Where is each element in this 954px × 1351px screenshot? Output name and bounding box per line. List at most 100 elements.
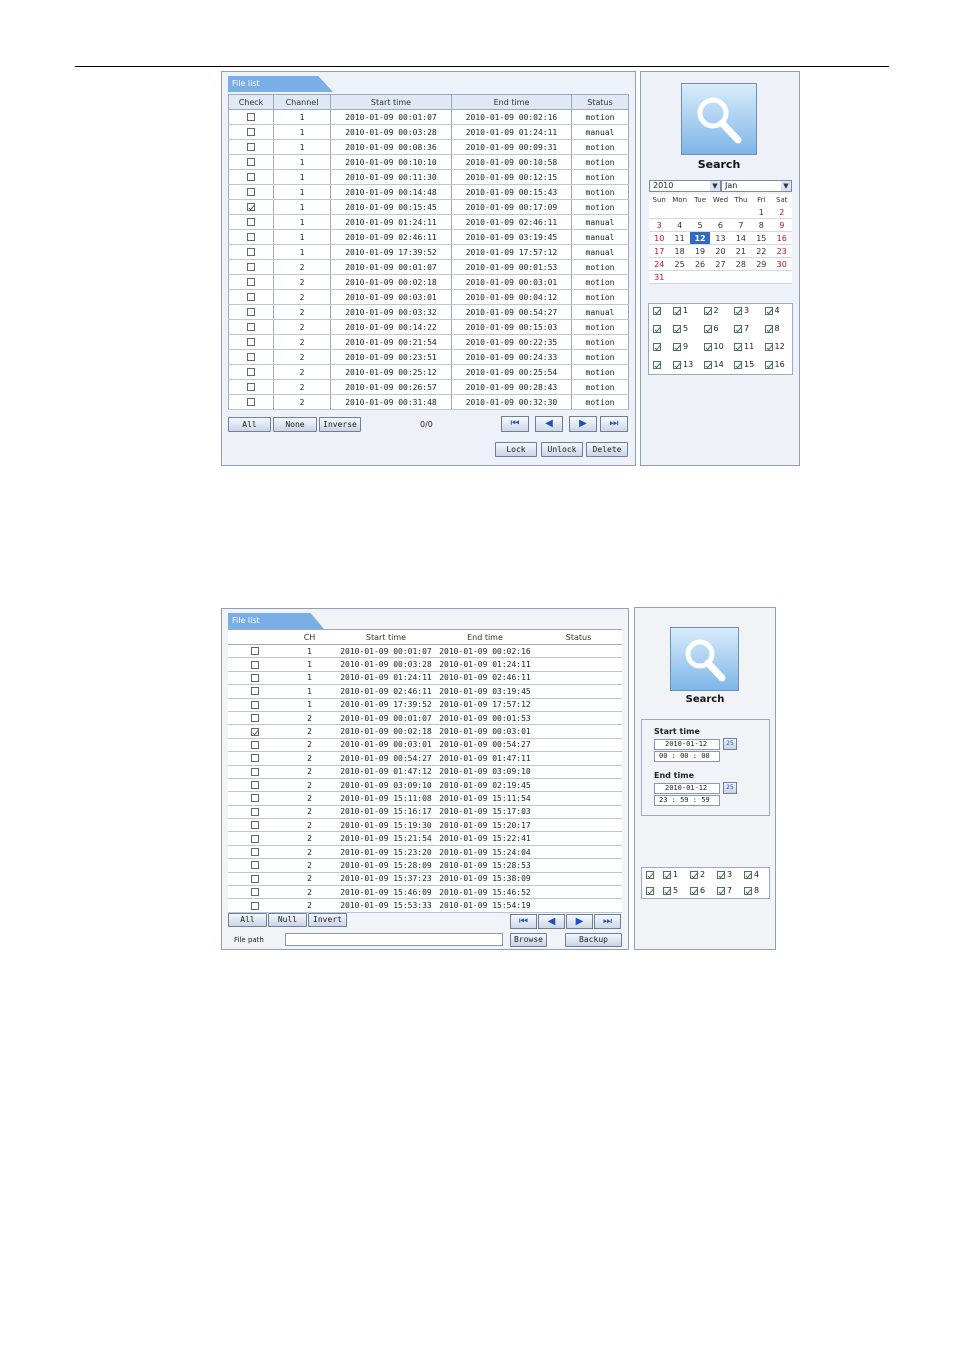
table-row[interactable]: 2 2010-01-09 00:54:27 2010-01-09 01:47:11 — [228, 751, 622, 766]
row-checkbox[interactable] — [247, 323, 255, 331]
table-row[interactable]: 2 2010-01-09 15:37:23 2010-01-09 15:38:09 — [228, 872, 622, 887]
table-row[interactable]: 2 2010-01-09 00:02:18 2010-01-09 00:03:01 m… — [228, 274, 629, 290]
channel-checkbox-item[interactable]: 6 — [703, 324, 719, 333]
table-row[interactable]: 2 2010-01-09 00:26:57 2010-01-09 00:28:43 m… — [228, 379, 629, 395]
channel-row-select-all[interactable] — [646, 870, 656, 879]
row-all-checkbox[interactable] — [653, 360, 661, 369]
table-row[interactable]: 1 2010-01-09 00:11:30 2010-01-09 00:12:15 m… — [228, 169, 629, 185]
row-checkbox[interactable] — [247, 113, 255, 121]
row-checkbox[interactable] — [247, 233, 255, 241]
channel-checkbox-item[interactable]: 7 — [717, 886, 732, 895]
row-checkbox[interactable] — [251, 834, 259, 843]
channel-checkbox-item[interactable]: 11 — [734, 342, 754, 351]
calendar-day[interactable]: 17 — [649, 244, 670, 258]
channel-checkbox[interactable] — [717, 870, 725, 879]
row-checkbox[interactable] — [251, 794, 259, 803]
row-checkbox[interactable] — [247, 338, 255, 346]
channel-checkbox[interactable] — [703, 306, 712, 315]
channel-checkbox-item[interactable]: 1 — [673, 306, 688, 315]
channel-checkbox-item[interactable]: 6 — [690, 886, 705, 895]
calendar-day[interactable]: 13 — [710, 231, 731, 245]
table-row[interactable]: 2 2010-01-09 00:03:32 2010-01-09 00:54:27 m… — [228, 304, 629, 320]
table-row[interactable]: 2 2010-01-09 00:23:51 2010-01-09 00:24:33 m… — [228, 349, 629, 365]
row-checkbox[interactable] — [251, 807, 259, 816]
table-row[interactable]: 2 2010-01-09 00:03:01 2010-01-09 00:04:12 m… — [228, 289, 629, 305]
channel-checkbox-item[interactable]: 5 — [663, 886, 678, 895]
table-row[interactable]: 1 2010-01-09 00:10:10 2010-01-09 00:10:58 m… — [228, 154, 629, 170]
channel-checkbox[interactable] — [734, 324, 742, 333]
row-checkbox[interactable] — [251, 714, 259, 723]
table-row[interactable]: 1 2010-01-09 00:01:07 2010-01-09 00:02:16 — [228, 644, 622, 659]
table-row[interactable]: 1 2010-01-09 02:46:11 2010-01-09 03:19:45 m… — [228, 229, 629, 245]
row-checkbox[interactable] — [247, 173, 255, 181]
unlock-button[interactable]: Unlock — [541, 442, 583, 457]
row-checkbox[interactable] — [251, 673, 259, 682]
row-checkbox[interactable] — [251, 727, 259, 736]
calendar-day[interactable]: 23 — [771, 244, 792, 258]
select-none-button[interactable]: None — [273, 417, 317, 432]
table-row[interactable]: 2 2010-01-09 00:03:01 2010-01-09 00:54:27 — [228, 738, 622, 753]
browse-button[interactable]: Browse — [510, 933, 547, 947]
first-page-button[interactable]: ⏮ — [510, 914, 537, 929]
row-checkbox[interactable] — [251, 874, 259, 883]
calendar-day[interactable]: 10 — [649, 231, 670, 245]
row-checkbox[interactable] — [251, 647, 259, 656]
channel-checkbox[interactable] — [764, 324, 773, 333]
channel-checkbox[interactable] — [703, 360, 712, 369]
table-row[interactable]: 2 2010-01-09 00:25:12 2010-01-09 00:25:54 m… — [228, 364, 629, 380]
calendar-day[interactable]: 25 — [669, 257, 690, 271]
prev-page-button[interactable]: ◀ — [535, 416, 563, 432]
search-icon[interactable] — [670, 627, 739, 691]
calendar-day[interactable]: 22 — [751, 244, 772, 258]
table-row[interactable]: 2 2010-01-09 00:02:18 2010-01-09 00:03:01 — [228, 724, 622, 739]
row-all-checkbox[interactable] — [653, 324, 661, 333]
channel-row-select-all[interactable] — [653, 306, 663, 315]
row-checkbox[interactable] — [247, 308, 255, 316]
backup-button[interactable]: Backup — [565, 933, 622, 947]
channel-checkbox-item[interactable]: 7 — [734, 324, 749, 333]
select-all-button[interactable]: All — [228, 913, 267, 927]
channel-checkbox-item[interactable]: 9 — [673, 342, 688, 351]
table-row[interactable]: 2 2010-01-09 03:09:10 2010-01-09 02:19:45 — [228, 778, 622, 793]
channel-checkbox[interactable] — [663, 886, 671, 895]
calendar-day[interactable]: 14 — [730, 231, 752, 245]
channel-checkbox-item[interactable]: 10 — [703, 342, 724, 351]
end-time-input[interactable]: 23 : 59 : 59 — [654, 795, 720, 806]
table-row[interactable]: 2 2010-01-09 00:31:48 2010-01-09 00:32:30 m… — [228, 394, 629, 410]
channel-row-select-all[interactable] — [653, 342, 663, 351]
calendar-day[interactable]: 6 — [710, 218, 731, 232]
search-icon[interactable] — [681, 83, 757, 155]
calendar-day[interactable]: 4 — [669, 218, 690, 232]
channel-checkbox-item[interactable]: 8 — [744, 886, 759, 895]
channel-checkbox[interactable] — [734, 306, 742, 315]
channel-checkbox-item[interactable]: 4 — [744, 870, 759, 879]
calendar-day[interactable]: 30 — [771, 257, 792, 271]
row-checkbox[interactable] — [247, 218, 255, 226]
table-row[interactable]: 2 2010-01-09 15:11:08 2010-01-09 15:11:54 — [228, 791, 622, 806]
table-row[interactable]: 2 2010-01-09 15:23:20 2010-01-09 15:24:04 — [228, 845, 622, 860]
calendar-day[interactable]: 9 — [771, 218, 792, 232]
table-row[interactable]: 1 2010-01-09 02:46:11 2010-01-09 03:19:45 — [228, 684, 622, 699]
channel-checkbox-item[interactable]: 3 — [734, 306, 749, 315]
next-page-button[interactable]: ▶ — [566, 914, 593, 929]
calendar-day[interactable]: 28 — [730, 257, 752, 271]
file-list-tab[interactable]: File list — [228, 613, 324, 629]
calendar-day[interactable]: 3 — [649, 218, 670, 232]
channel-row-select-all[interactable] — [653, 324, 663, 333]
calendar-day[interactable]: 1 — [751, 206, 772, 219]
lock-button[interactable]: Lock — [495, 442, 537, 457]
calendar-day[interactable]: 20 — [710, 244, 731, 258]
start-time-input[interactable]: 00 : 00 : 00 — [654, 751, 720, 762]
row-all-checkbox[interactable] — [653, 342, 661, 351]
table-row[interactable]: 2 2010-01-09 01:47:12 2010-01-09 03:09:10 — [228, 765, 622, 779]
calendar-day[interactable]: 18 — [669, 244, 690, 258]
row-checkbox[interactable] — [251, 888, 259, 897]
channel-checkbox-item[interactable]: 15 — [734, 360, 754, 369]
channel-checkbox[interactable] — [744, 886, 752, 895]
table-row[interactable]: 1 2010-01-09 00:15:45 2010-01-09 00:17:09 m… — [228, 199, 629, 215]
row-checkbox[interactable] — [251, 754, 259, 763]
row-checkbox[interactable] — [251, 861, 259, 870]
channel-checkbox[interactable] — [673, 342, 681, 351]
select-all-button[interactable]: All — [228, 417, 271, 432]
channel-checkbox-item[interactable]: 13 — [673, 360, 693, 369]
